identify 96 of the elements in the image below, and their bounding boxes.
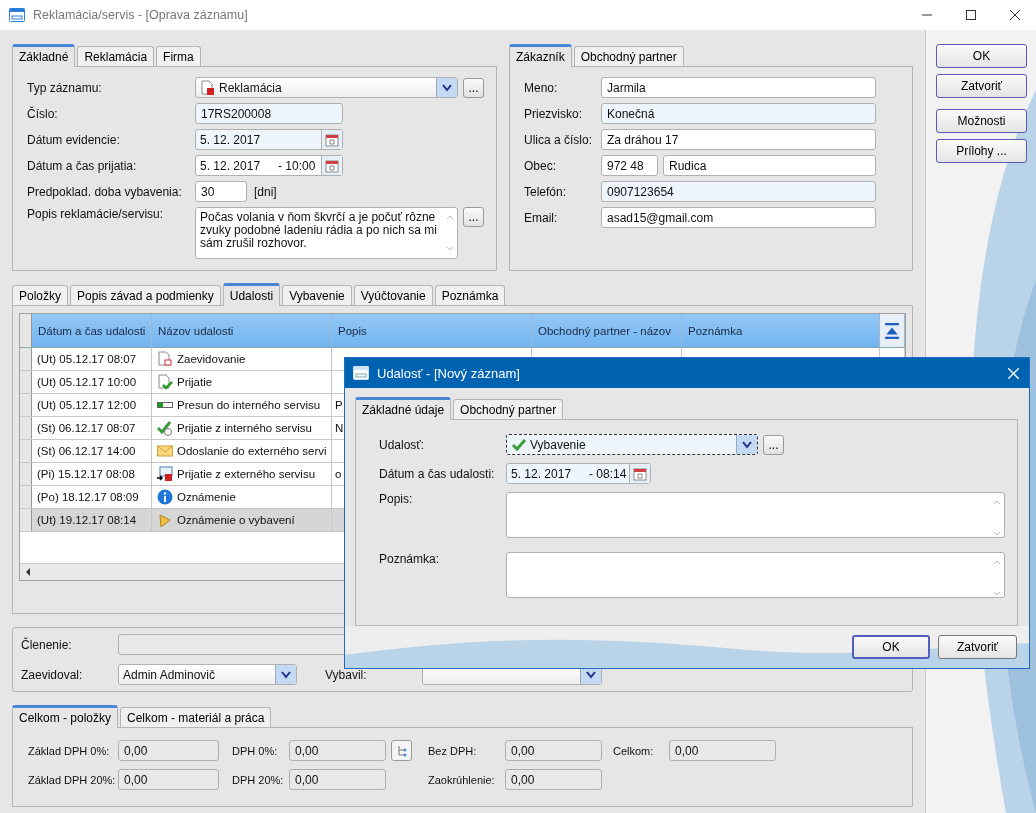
field-label: Vybavil:: [325, 667, 368, 682]
field-label: Členenie:: [21, 637, 73, 652]
tab[interactable]: Obchodný partner: [453, 399, 564, 419]
column-header[interactable]: Názov udalosti: [152, 314, 332, 347]
action-button[interactable]: Zatvoriť: [936, 74, 1027, 98]
table-cell: Zaevidovanie: [177, 353, 246, 365]
dialog-title: Udalosť - [Nový záznam]: [377, 365, 521, 381]
field-label: Základ DPH 20%:: [28, 773, 117, 786]
table-cell: Prijatie z externého servisu: [177, 468, 316, 480]
field-label: Poznámka:: [379, 552, 441, 566]
tab[interactable]: Položky: [12, 285, 69, 305]
field-label: Popis:: [379, 492, 414, 506]
column-header[interactable]: Popis: [332, 314, 532, 347]
amount-field: 0,00: [505, 740, 602, 761]
table-cell: (Pi) 15.12.17 08:08: [32, 463, 152, 485]
field-label: Celkom:: [613, 744, 655, 757]
tab[interactable]: Celkom - materiál a práca: [120, 707, 272, 727]
table-cell: Prijatie: [177, 376, 213, 388]
table-cell: (St) 06.12.17 08:07: [32, 417, 152, 439]
table-cell: (Ut) 05.12.17 10:00: [32, 371, 152, 393]
text-field[interactable]: Za dráhou 17: [601, 129, 876, 150]
field-label: Typ záznamu:: [27, 80, 103, 95]
tab[interactable]: Základné údaje: [355, 397, 452, 420]
table-cell: Presun do interného servisu: [177, 399, 321, 411]
tab[interactable]: Zákazník: [509, 44, 572, 67]
event-dropdown[interactable]: Vybavenie: [506, 434, 758, 455]
text-field[interactable]: Jarmila: [601, 77, 876, 98]
table-cell: Oznámenie: [177, 491, 236, 503]
amount-field: 0,00: [505, 769, 602, 790]
field-label: Telefón:: [524, 184, 568, 199]
field-label: Popis reklamácie/servisu:: [27, 207, 165, 221]
field-label: Priezvisko:: [524, 106, 583, 121]
field-label: Meno:: [524, 80, 559, 95]
table-cell: Oznámenie o vybavení: [177, 514, 295, 526]
field-label: DPH 0%:: [232, 744, 279, 757]
field-label: Obec:: [524, 158, 557, 173]
text-field[interactable]: 972 48: [601, 155, 658, 176]
action-button[interactable]: OK: [936, 44, 1027, 68]
field-label: Dátum a čas prijatia:: [27, 158, 138, 173]
tab[interactable]: Popis závad a podmienky: [70, 285, 221, 305]
type-dropdown[interactable]: Reklamácia: [195, 77, 459, 98]
datetime-field[interactable]: 5. 12. 2017 - 10:00: [195, 155, 343, 176]
tab[interactable]: Vybavenie: [282, 285, 352, 305]
dialog-button[interactable]: OK: [852, 635, 930, 659]
unit-label: [dni]: [254, 184, 277, 199]
column-header[interactable]: Dátum a čas udalosti: [32, 314, 152, 347]
registered-by-dropdown[interactable]: Admin Adminovič: [118, 664, 297, 685]
amount-field: 0,00: [289, 769, 386, 790]
browse-button[interactable]: ...: [463, 77, 484, 98]
field-label: Zaevidoval:: [21, 667, 84, 682]
table-cell: (St) 06.12.17 14:00: [32, 440, 152, 462]
dialog-button[interactable]: Zatvoriť: [938, 635, 1017, 659]
browse-button[interactable]: ...: [763, 434, 784, 455]
table-cell: (Po) 18.12.17 08:09: [32, 486, 152, 508]
datetime-field[interactable]: 5. 12. 2017 - 08:14: [506, 463, 651, 484]
field-label: Základ DPH 0%:: [28, 744, 111, 757]
tab[interactable]: Obchodný partner: [573, 46, 684, 66]
field-label: Udalosť:: [379, 437, 426, 452]
window-title: Reklamácia/servis - [Oprava záznamu]: [33, 8, 249, 22]
table-cell: (Ut) 05.12.17 08:07: [32, 348, 152, 370]
field-label: Bez DPH:: [428, 744, 478, 757]
field-label: DPH 20%:: [232, 773, 285, 786]
table-cell: Prijatie z interného servisu: [177, 422, 312, 434]
action-button[interactable]: Možnosti: [936, 109, 1027, 133]
duration-field[interactable]: 30: [195, 181, 247, 202]
table-cell: Odoslanie do externého servi: [177, 445, 327, 457]
amount-field: 0,00: [289, 740, 386, 761]
field-label: Číslo:: [27, 106, 59, 121]
table-cell: (Ut) 19.12.17 08:14: [32, 509, 152, 531]
amount-field: 0,00: [118, 740, 219, 761]
browse-button[interactable]: ...: [463, 207, 484, 227]
tab[interactable]: Poznámka: [434, 285, 506, 305]
tab[interactable]: Firma: [156, 46, 201, 66]
amount-field: 0,00: [118, 769, 219, 790]
date-field[interactable]: 5. 12. 2017: [195, 129, 343, 150]
field-label: Predpoklad. doba vybavenia:: [27, 184, 183, 199]
text-field[interactable]: asad15@gmail.com: [601, 207, 876, 228]
table-cell: (Ut) 05.12.17 12:00: [32, 394, 152, 416]
text-field[interactable]: 0907123654: [601, 181, 876, 202]
tab[interactable]: Celkom - položky: [12, 705, 119, 728]
tab[interactable]: Reklamácia: [77, 46, 155, 66]
field-label: Ulica a číslo:: [524, 132, 594, 147]
tab[interactable]: Vyúčtovanie: [353, 285, 433, 305]
field-label: Dátum a čas udalosti:: [379, 466, 496, 481]
amount-field: 0,00: [669, 740, 776, 761]
tab[interactable]: Základné: [12, 44, 76, 67]
action-button[interactable]: Prílohy ...: [936, 139, 1027, 163]
column-header[interactable]: Obchodný partner - názov: [532, 314, 682, 347]
description-textarea[interactable]: Počas volania v ňom škvrčí a je počuť rôzne zvuky podobné ladeniu rádia a po nich sa mi sám zrušil rozhovor.: [195, 207, 459, 259]
number-field[interactable]: 17RS200008: [195, 103, 343, 124]
field-label: Dátum evidencie:: [27, 132, 121, 147]
tab[interactable]: Udalosti: [222, 283, 281, 306]
text-field[interactable]: Rudica: [663, 155, 876, 176]
text-field[interactable]: Konečná: [601, 103, 876, 124]
field-label: Email:: [524, 210, 559, 225]
field-label: Zaokrúhlenie:: [428, 773, 496, 786]
